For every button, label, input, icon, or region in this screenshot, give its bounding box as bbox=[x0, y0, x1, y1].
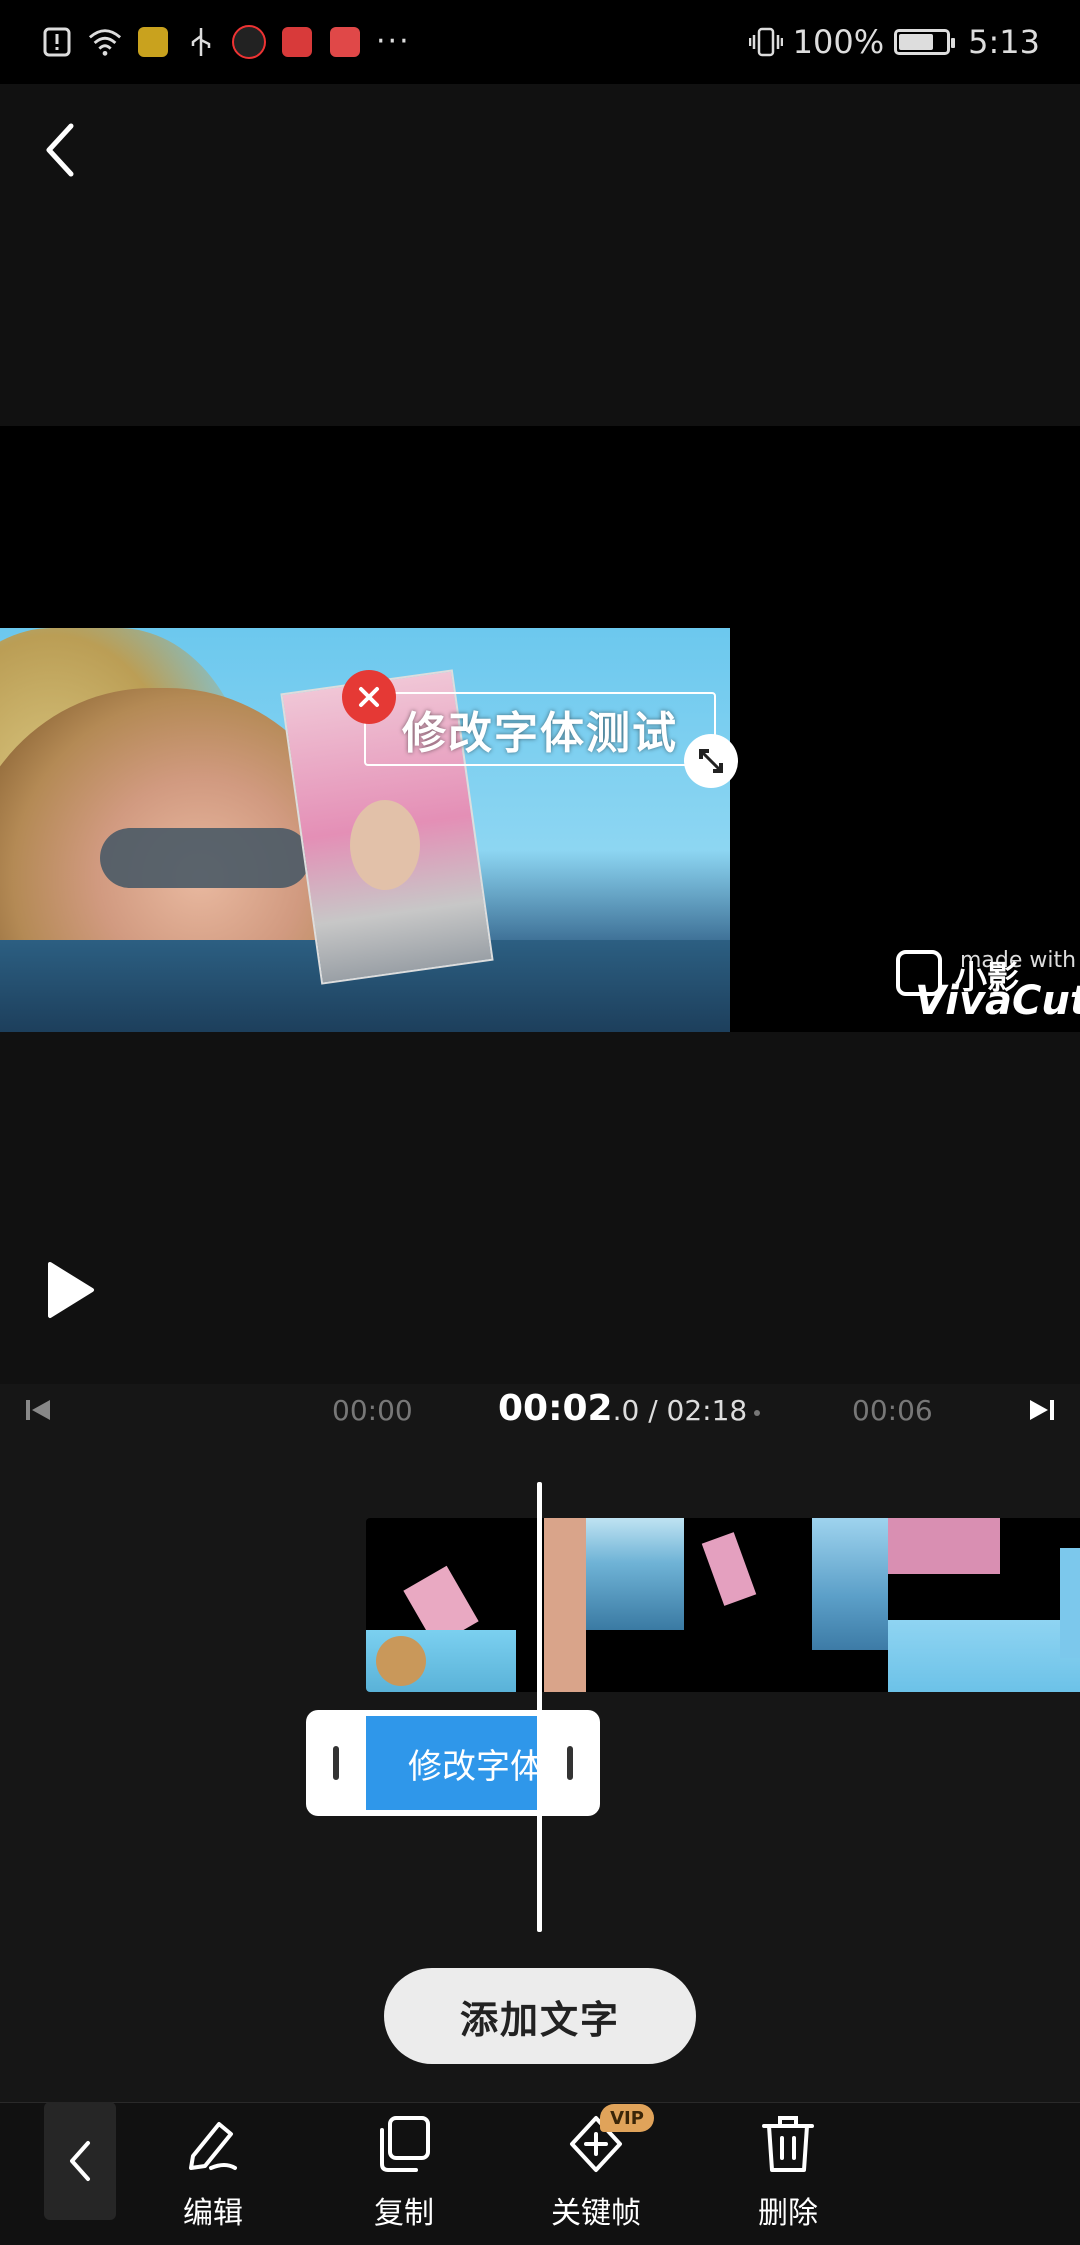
tiktok-icon bbox=[232, 25, 266, 59]
chevron-left-icon bbox=[70, 2141, 90, 2181]
skip-end-icon bbox=[1030, 1400, 1054, 1420]
watermark-brand: VivaCut bbox=[915, 978, 1080, 1024]
status-bar-notifications: ··· bbox=[40, 18, 411, 66]
text-clip-right-handle[interactable] bbox=[567, 1746, 573, 1780]
current-time-fraction: .0 bbox=[612, 1394, 640, 1427]
time-tick: 00:06 bbox=[852, 1394, 933, 1427]
battery-percent: 100% bbox=[792, 23, 885, 61]
clip-thumbnail bbox=[888, 1518, 1000, 1574]
add-text-label: 添加文字 bbox=[459, 1997, 620, 2042]
back-button[interactable] bbox=[30, 110, 90, 190]
wifi-icon bbox=[88, 25, 122, 59]
clip-thumbnail bbox=[888, 1620, 1080, 1692]
resize-overlay-button[interactable] bbox=[684, 734, 738, 788]
current-time-main: 00:02 bbox=[498, 1388, 613, 1429]
clip-thumbnail bbox=[376, 1636, 426, 1686]
text-clip-left-handle[interactable] bbox=[333, 1746, 339, 1780]
delete-overlay-button[interactable] bbox=[342, 670, 396, 724]
alert-icon bbox=[40, 25, 74, 59]
edit-button[interactable]: 编辑 bbox=[148, 2110, 278, 2240]
clip-thumbnail bbox=[812, 1518, 888, 1650]
status-bar-system: 100% 5:13 bbox=[748, 18, 1040, 66]
video-subject-sunglasses bbox=[100, 828, 310, 888]
text-overlay-box[interactable]: 修改字体测试 bbox=[364, 692, 716, 766]
text-clip[interactable]: 修改字体测试 bbox=[366, 1716, 540, 1810]
play-icon bbox=[48, 1262, 94, 1318]
shopping-app-icon bbox=[280, 25, 314, 59]
editor-header bbox=[0, 84, 1080, 426]
chevron-left-icon bbox=[46, 123, 74, 177]
play-button[interactable] bbox=[40, 1258, 100, 1322]
text-clip-label: 修改字体测试 bbox=[408, 1746, 540, 1787]
copy-icon bbox=[380, 2116, 430, 2172]
current-time: 00:02.0 / 02:18 bbox=[498, 1388, 747, 1429]
keyframe-label: 关键帧 bbox=[551, 2196, 641, 2231]
clock: 5:13 bbox=[968, 23, 1040, 61]
clip-thumbnail bbox=[544, 1518, 586, 1692]
pen-icon bbox=[189, 2122, 237, 2170]
trash-icon bbox=[762, 2116, 814, 2172]
total-duration: / 02:18 bbox=[639, 1394, 748, 1427]
vip-badge: VIP bbox=[600, 2104, 654, 2132]
skip-to-end-button[interactable] bbox=[1026, 1398, 1056, 1426]
vibrate-icon bbox=[748, 27, 783, 57]
video-clip-track[interactable] bbox=[366, 1518, 1080, 1692]
playhead[interactable] bbox=[537, 1482, 542, 1932]
resize-icon bbox=[699, 749, 723, 773]
more-notifications-icon: ··· bbox=[376, 24, 411, 59]
text-overlay: 修改字体测试 bbox=[402, 708, 678, 759]
book-app-icon bbox=[328, 25, 362, 59]
copy-button[interactable]: 复制 bbox=[339, 2110, 469, 2240]
overlay-photo-face bbox=[350, 800, 420, 890]
usb-icon bbox=[184, 25, 218, 59]
edit-label: 编辑 bbox=[183, 2196, 243, 2231]
clip-thumbnail bbox=[701, 1532, 757, 1606]
time-tick: 00:00 bbox=[332, 1394, 413, 1427]
delete-label: 删除 bbox=[758, 2196, 818, 2231]
close-icon bbox=[359, 687, 379, 707]
toolbar-back-button[interactable] bbox=[44, 2102, 116, 2220]
clip-thumbnail bbox=[1060, 1548, 1080, 1658]
time-tick-dot bbox=[754, 1410, 760, 1416]
battery-icon bbox=[894, 29, 956, 55]
taxi-app-icon bbox=[136, 25, 170, 59]
add-text-button[interactable]: 添加文字 bbox=[384, 1968, 696, 2064]
delete-button[interactable]: 删除 bbox=[723, 2110, 853, 2240]
skip-to-start-button[interactable] bbox=[24, 1398, 54, 1426]
skip-start-icon bbox=[26, 1400, 50, 1420]
copy-label: 复制 bbox=[374, 2196, 434, 2231]
battery-level bbox=[899, 34, 933, 50]
